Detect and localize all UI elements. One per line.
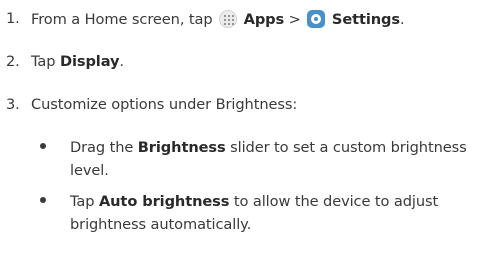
bullet-2-prefix: Tap bbox=[70, 193, 95, 210]
settings-gear-icon bbox=[307, 10, 326, 28]
apps-grid-icon bbox=[219, 10, 238, 28]
step-text: From a Home screen, tap Apps > Settings. bbox=[31, 10, 405, 28]
step-number: 2. bbox=[6, 53, 20, 70]
bullet-1-prefix: Drag the bbox=[70, 139, 134, 156]
step-2-suffix: . bbox=[119, 53, 124, 70]
bullet-text: Tap Auto brightness to allow the device … bbox=[70, 190, 470, 236]
step-number: 1. bbox=[6, 10, 20, 27]
separator: > bbox=[288, 11, 301, 28]
step-2-prefix: Tap bbox=[31, 53, 56, 70]
bullet-dot bbox=[40, 197, 46, 203]
step-text: Customize options under Brightness: bbox=[31, 96, 298, 113]
auto-brightness-label: Auto brightness bbox=[98, 193, 230, 210]
step-1-prefix: From a Home screen, tap bbox=[31, 11, 213, 28]
bullet-dot bbox=[40, 143, 46, 149]
step-1-suffix: . bbox=[400, 11, 405, 28]
brightness-label: Brightness bbox=[137, 139, 226, 156]
bullet-text: Drag the Brightness slider to set a cust… bbox=[70, 136, 470, 182]
step-number: 3. bbox=[6, 96, 20, 113]
step-text: Tap Display. bbox=[31, 53, 124, 70]
apps-label: Apps bbox=[243, 11, 285, 28]
display-label: Display bbox=[59, 53, 120, 70]
settings-label: Settings bbox=[331, 11, 400, 28]
